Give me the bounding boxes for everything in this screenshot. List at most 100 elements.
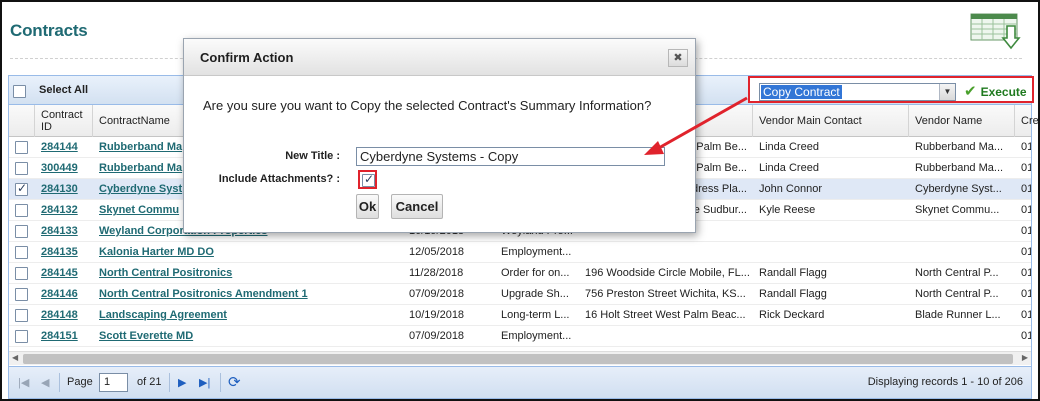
row-checkbox[interactable] <box>15 309 28 322</box>
app-frame: Contracts Select All Copy Contract ▼ ✔ E… <box>0 0 1040 401</box>
dialog-title: Confirm Action <box>200 50 294 65</box>
vendor-contact-cell: Randall Flagg <box>759 288 827 300</box>
contract-id-link[interactable]: 284132 <box>35 200 93 221</box>
cancel-button[interactable]: Cancel <box>391 194 443 219</box>
select-all-checkbox[interactable] <box>13 85 26 98</box>
row-checkbox[interactable] <box>15 204 28 217</box>
created-cell: 01/ <box>1021 162 1031 174</box>
action-select-value: Copy Contract <box>761 85 842 99</box>
pager-separator <box>220 373 221 392</box>
vendor-name-cell <box>909 221 1015 242</box>
vendor-contact-cell: Randall Flagg <box>759 267 827 279</box>
vendor-contact-cell <box>753 221 909 242</box>
page-title: Contracts <box>10 21 88 40</box>
address-cell <box>579 242 753 263</box>
contract-id-link[interactable]: 284133 <box>35 221 93 242</box>
next-page-icon[interactable]: ▶ <box>178 376 186 389</box>
row-checkbox[interactable] <box>15 246 28 259</box>
execute-label: Execute <box>980 85 1027 99</box>
page-label: Page <box>67 376 93 388</box>
column-header-vendor-main-contact[interactable]: Vendor Main Contact <box>753 105 909 137</box>
contract-id-link[interactable]: 284148 <box>35 305 93 326</box>
contract-id-link[interactable]: 300449 <box>35 158 93 179</box>
excel-export-icon[interactable] <box>969 12 1021 50</box>
chevron-down-icon[interactable]: ▼ <box>939 84 955 100</box>
contract-name-link[interactable]: Landscaping Agreement <box>93 305 403 326</box>
contract-id-link[interactable]: 284144 <box>35 137 93 158</box>
table-row[interactable]: 284148 Landscaping Agreement 10/19/2018 … <box>9 305 1031 326</box>
scroll-left-icon[interactable]: ◀ <box>12 353 18 362</box>
horizontal-scrollbar[interactable]: ◀ ▶ <box>9 351 1031 365</box>
scrollbar-thumb[interactable] <box>23 354 1013 364</box>
vendor-name-cell: North Central P... <box>915 267 999 279</box>
date-cell: 10/19/2018 <box>409 309 465 321</box>
column-header-vendor-name[interactable]: Vendor Name <box>909 105 1015 137</box>
description-cell: Employment... <box>501 330 572 342</box>
contract-id-link[interactable]: 284130 <box>35 179 93 200</box>
created-cell: 01/ <box>1021 288 1031 300</box>
vendor-name-cell: Blade Runner L... <box>915 309 1001 321</box>
page-count-label: of 21 <box>137 376 162 388</box>
description-cell: Upgrade Sh... <box>501 288 569 300</box>
row-checkbox[interactable] <box>15 330 28 343</box>
refresh-icon[interactable]: ⟳ <box>228 373 241 391</box>
table-row[interactable]: 284146 North Central Positronics Amendme… <box>9 284 1031 305</box>
row-checkbox[interactable] <box>15 267 28 280</box>
scroll-right-icon[interactable]: ▶ <box>1022 353 1028 362</box>
include-attachments-checkbox[interactable] <box>362 172 375 187</box>
page-number-input[interactable]: 1 <box>99 373 128 392</box>
address-cell: 196 Woodside Circle Mobile, FL... <box>585 267 750 279</box>
close-icon[interactable]: ✖ <box>668 49 688 67</box>
vendor-contact-cell: Linda Creed <box>759 141 819 153</box>
contract-name-link[interactable]: Scott Everette MD <box>93 326 403 347</box>
contract-id-link[interactable]: 284145 <box>35 263 93 284</box>
date-cell: 07/09/2018 <box>409 288 465 300</box>
dialog-question: Are you sure you want to Copy the select… <box>203 98 652 113</box>
new-title-input[interactable]: Cyberdyne Systems - Copy <box>356 147 665 166</box>
table-row[interactable]: 284151 Scott Everette MD 07/09/2018 Empl… <box>9 326 1031 347</box>
vendor-name-cell <box>909 242 1015 263</box>
vendor-name-cell: Cyberdyne Syst... <box>915 183 1002 195</box>
contract-name-link[interactable]: North Central Positronics Amendment 1 <box>93 284 403 305</box>
created-cell: 01/ <box>1021 330 1031 342</box>
pagination-bar: |◀ ◀ Page 1 of 21 ▶ ▶| ⟳ Displaying reco… <box>9 366 1031 398</box>
address-cell <box>579 326 753 347</box>
row-checkbox[interactable] <box>15 181 28 196</box>
contract-id-link[interactable]: 284146 <box>35 284 93 305</box>
column-header-contract-id[interactable]: Contract ID <box>35 105 93 137</box>
dialog-header: Confirm Action ✖ <box>184 39 695 76</box>
contract-id-link[interactable]: 284151 <box>35 326 93 347</box>
description-cell: Employment... <box>501 246 572 258</box>
last-page-icon[interactable]: ▶| <box>199 376 210 389</box>
address-cell: 756 Preston Street Wichita, KS... <box>585 288 746 300</box>
vendor-contact-cell: Rick Deckard <box>759 309 825 321</box>
vendor-name-cell: Rubberband Ma... <box>915 162 1004 174</box>
row-checkbox[interactable] <box>15 141 28 154</box>
select-all-label: Select All <box>39 84 89 96</box>
contract-name-link[interactable]: Kalonia Harter MD DO <box>93 242 403 263</box>
checkmark-icon: ✔ <box>964 83 977 100</box>
row-checkbox[interactable] <box>15 225 28 238</box>
row-checkbox[interactable] <box>15 162 28 175</box>
pager-separator <box>59 373 60 392</box>
execute-button[interactable]: ✔ Execute <box>964 83 1027 101</box>
first-page-icon[interactable]: |◀ <box>18 376 29 389</box>
created-cell: 01/ <box>1021 183 1031 195</box>
row-checkbox[interactable] <box>15 288 28 301</box>
table-row[interactable]: 284135 Kalonia Harter MD DO 12/05/2018 E… <box>9 242 1031 263</box>
action-select[interactable]: Copy Contract ▼ <box>759 83 956 101</box>
contract-id-link[interactable]: 284135 <box>35 242 93 263</box>
date-cell: 11/28/2018 <box>409 267 464 279</box>
include-attachments-label: Include Attachments? : <box>218 173 340 185</box>
attachments-highlight-box <box>358 170 377 189</box>
contract-name-link[interactable]: North Central Positronics <box>93 263 403 284</box>
vendor-name-cell <box>909 326 1015 347</box>
column-header-created[interactable]: Cre <box>1015 105 1038 137</box>
table-row[interactable]: 284145 North Central Positronics 11/28/2… <box>9 263 1031 284</box>
created-cell: 01/ <box>1021 267 1031 279</box>
created-cell: 01/ <box>1021 141 1031 153</box>
ok-button[interactable]: Ok <box>356 194 379 219</box>
prev-page-icon[interactable]: ◀ <box>41 376 49 389</box>
pager-separator <box>169 373 170 392</box>
records-display: Displaying records 1 - 10 of 206 <box>867 376 1023 388</box>
